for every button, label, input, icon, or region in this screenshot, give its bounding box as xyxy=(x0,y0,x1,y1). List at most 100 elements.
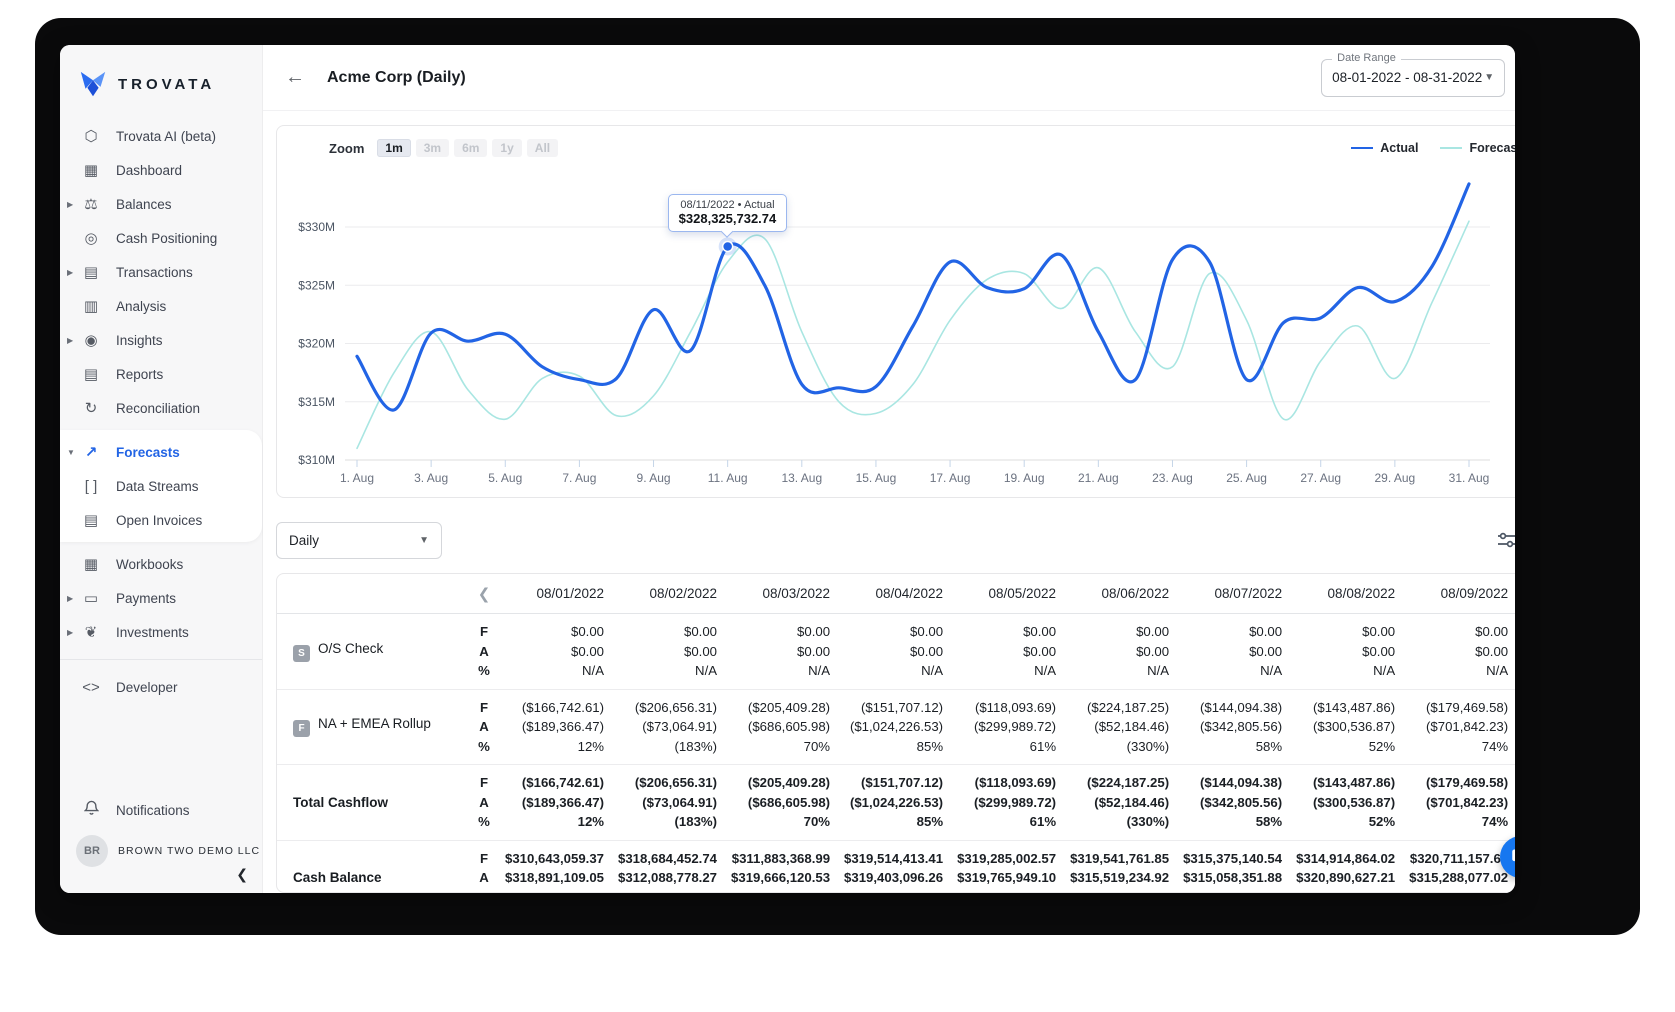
svg-text:$325M: $325M xyxy=(298,278,335,292)
sub-label-pct: % xyxy=(463,888,505,894)
sidebar-item-label: Developer xyxy=(116,680,178,695)
sidebar-item-investments[interactable]: ▶❦Investments xyxy=(60,615,262,649)
cell-value: $0.00 xyxy=(844,622,943,642)
sidebar-item-data-streams[interactable]: [ ]Data Streams xyxy=(60,469,262,503)
row-badge-s: S xyxy=(293,645,310,662)
cell-value: 61% xyxy=(957,737,1056,757)
sidebar-item-payments[interactable]: ▶▭Payments xyxy=(60,581,262,615)
zoom-option-all[interactable]: All xyxy=(527,139,558,157)
cell-value: (183%) xyxy=(618,812,717,832)
cell-value: $319,285,002.57 xyxy=(957,849,1056,869)
sidebar-item-label: Workbooks xyxy=(116,557,183,572)
sidebar-item-balances[interactable]: ▶⚖Balances xyxy=(60,187,262,221)
sidebar-item-analysis[interactable]: ▥Analysis xyxy=(60,289,262,323)
svg-text:15. Aug: 15. Aug xyxy=(856,471,897,485)
cell-value: ($686,605.98) xyxy=(731,793,830,813)
cell-value: $0.00 xyxy=(1070,642,1169,662)
back-button[interactable]: ← xyxy=(285,66,305,89)
zoom-option-3m[interactable]: 3m xyxy=(416,139,449,157)
cell-value: N/A xyxy=(1409,661,1508,681)
account-row[interactable]: BR BROWN TWO DEMO LLC xyxy=(60,827,262,893)
line-chart[interactable]: $330M$325M$320M$315M$310M1. Aug3. Aug5. … xyxy=(277,126,1515,497)
sidebar-item-trovata-ai-beta[interactable]: ⬡Trovata AI (beta) xyxy=(60,119,262,153)
sidebar-item-label: Insights xyxy=(116,333,163,348)
cell-value: N/A xyxy=(1296,661,1395,681)
analysis-icon: ▥ xyxy=(80,297,102,315)
date-range-picker[interactable]: Date Range 08-01-2022 - 08-31-2022 ▼ xyxy=(1321,59,1505,97)
caret-right-icon[interactable]: ▶ xyxy=(67,628,73,637)
main-area: ← Acme Corp (Daily) Date Range 08-01-202… xyxy=(263,45,1515,893)
sidebar-collapse-icon[interactable]: ❮ xyxy=(236,866,248,883)
cell-value: $0.00 xyxy=(618,642,717,662)
sidebar-item-reports[interactable]: ▤Reports xyxy=(60,357,262,391)
caret-right-icon[interactable]: ▶ xyxy=(67,594,73,603)
cell-value: ($300,536.87) xyxy=(1296,717,1395,737)
caret-right-icon[interactable]: ▶ xyxy=(67,336,73,345)
sub-label-a: A xyxy=(463,717,505,737)
zoom-option-1m[interactable]: 1m xyxy=(377,139,410,157)
zoom-option-6m[interactable]: 6m xyxy=(454,139,487,157)
zoom-option-1y[interactable]: 1y xyxy=(492,139,521,157)
svg-text:31. Aug: 31. Aug xyxy=(1449,471,1490,485)
legend-item-forecasted[interactable]: Forecasted xyxy=(1440,141,1515,155)
cell-value: $0.00 xyxy=(731,622,830,642)
cell-value: 52% xyxy=(1296,737,1395,757)
column-header-08-06-2022: 08/06/2022 xyxy=(1070,586,1183,601)
caret-right-icon[interactable]: ▶ xyxy=(67,200,73,209)
cell-total-cashflow-08-08-2022: ($143,487.86)($300,536.87)52% xyxy=(1296,773,1409,832)
sidebar-item-cash-positioning[interactable]: ◎Cash Positioning xyxy=(60,221,262,255)
svg-text:$310M: $310M xyxy=(298,453,335,467)
cell-na-emea-rollup-08-08-2022: ($143,487.86)($300,536.87)52% xyxy=(1296,698,1409,757)
row-sub-labels: FA% xyxy=(463,773,505,832)
data-streams-icon: [ ] xyxy=(80,478,102,495)
column-header-08-03-2022: 08/03/2022 xyxy=(731,586,844,601)
table-row-na-emea-rollup: FNA + EMEA RollupFA%($166,742.61)($189,3… xyxy=(277,690,1515,766)
cell-value: ($206,656.31) xyxy=(618,698,717,718)
cell-value: ($151,707.12) xyxy=(844,698,943,718)
sidebar-item-transactions[interactable]: ▶▤Transactions xyxy=(60,255,262,289)
sidebar-item-developer[interactable]: <> Developer xyxy=(60,670,262,704)
developer-icon: <> xyxy=(80,679,102,696)
cell-value: $320,890,627.21 xyxy=(1296,868,1395,888)
cell-value: N/A xyxy=(618,661,717,681)
svg-text:3. Aug: 3. Aug xyxy=(414,471,448,485)
table-row-cash-balance: Cash BalanceFA%$310,643,059.37$318,891,1… xyxy=(277,841,1515,894)
cell-value: N/A xyxy=(505,661,604,681)
period-select[interactable]: Daily ▼ xyxy=(276,522,442,559)
forecasts-nav-group: ▼↗Forecasts[ ]Data Streams▤Open Invoices xyxy=(60,430,262,542)
caret-right-icon[interactable]: ▶ xyxy=(67,268,73,277)
sidebar-item-label: Balances xyxy=(116,197,172,212)
cell-value: $0.00 xyxy=(618,622,717,642)
filter-sliders-icon[interactable] xyxy=(1497,531,1515,550)
cell-cash-balance-08-07-2022: $315,375,140.54$315,058,351.880% xyxy=(1183,849,1296,894)
sidebar-item-label: Trovata AI (beta) xyxy=(116,129,216,144)
svg-text:9. Aug: 9. Aug xyxy=(637,471,671,485)
cash-positioning-icon: ◎ xyxy=(80,229,102,247)
chevron-left-icon[interactable]: ❮ xyxy=(478,586,491,603)
notifications-icon xyxy=(80,800,102,820)
sidebar-item-forecasts[interactable]: ▼↗Forecasts xyxy=(60,435,262,469)
cell-total-cashflow-08-01-2022: ($166,742.61)($189,366.47)12% xyxy=(505,773,618,832)
sidebar-item-dashboard[interactable]: ▦Dashboard xyxy=(60,153,262,187)
cell-value: ($1,024,226.53) xyxy=(844,717,943,737)
sidebar-item-reconciliation[interactable]: ↻Reconciliation xyxy=(60,391,262,425)
cell-na-emea-rollup-08-01-2022: ($166,742.61)($189,366.47)12% xyxy=(505,698,618,757)
cell-value: $315,519,234.92 xyxy=(1070,868,1169,888)
sub-label-pct: % xyxy=(463,812,505,832)
sidebar-item-workbooks[interactable]: ▦ Workbooks xyxy=(60,547,262,581)
sidebar-item-notifications[interactable]: Notifications xyxy=(60,793,262,827)
caret-down-icon[interactable]: ▼ xyxy=(67,448,75,457)
svg-text:$320M: $320M xyxy=(298,337,335,351)
column-header-08-07-2022: 08/07/2022 xyxy=(1183,586,1296,601)
cell-value: $319,666,120.53 xyxy=(731,868,830,888)
legend-item-actual[interactable]: Actual xyxy=(1351,141,1418,155)
sidebar-item-open-invoices[interactable]: ▤Open Invoices xyxy=(60,503,262,537)
prev-dates-button[interactable]: ❮ xyxy=(463,585,505,603)
cell-cash-balance-08-09-2022: $320,711,157.63$315,288,077.022% xyxy=(1409,849,1515,894)
cell-o-s-check-08-05-2022: $0.00$0.00N/A xyxy=(957,622,1070,681)
logo-row: TROVATA xyxy=(60,45,262,119)
table-controls-row: Daily ▼ xyxy=(276,522,1515,559)
cell-total-cashflow-08-05-2022: ($118,093.69)($299,989.72)61% xyxy=(957,773,1070,832)
workbooks-icon: ▦ xyxy=(80,555,102,573)
sidebar-item-insights[interactable]: ▶◉Insights xyxy=(60,323,262,357)
